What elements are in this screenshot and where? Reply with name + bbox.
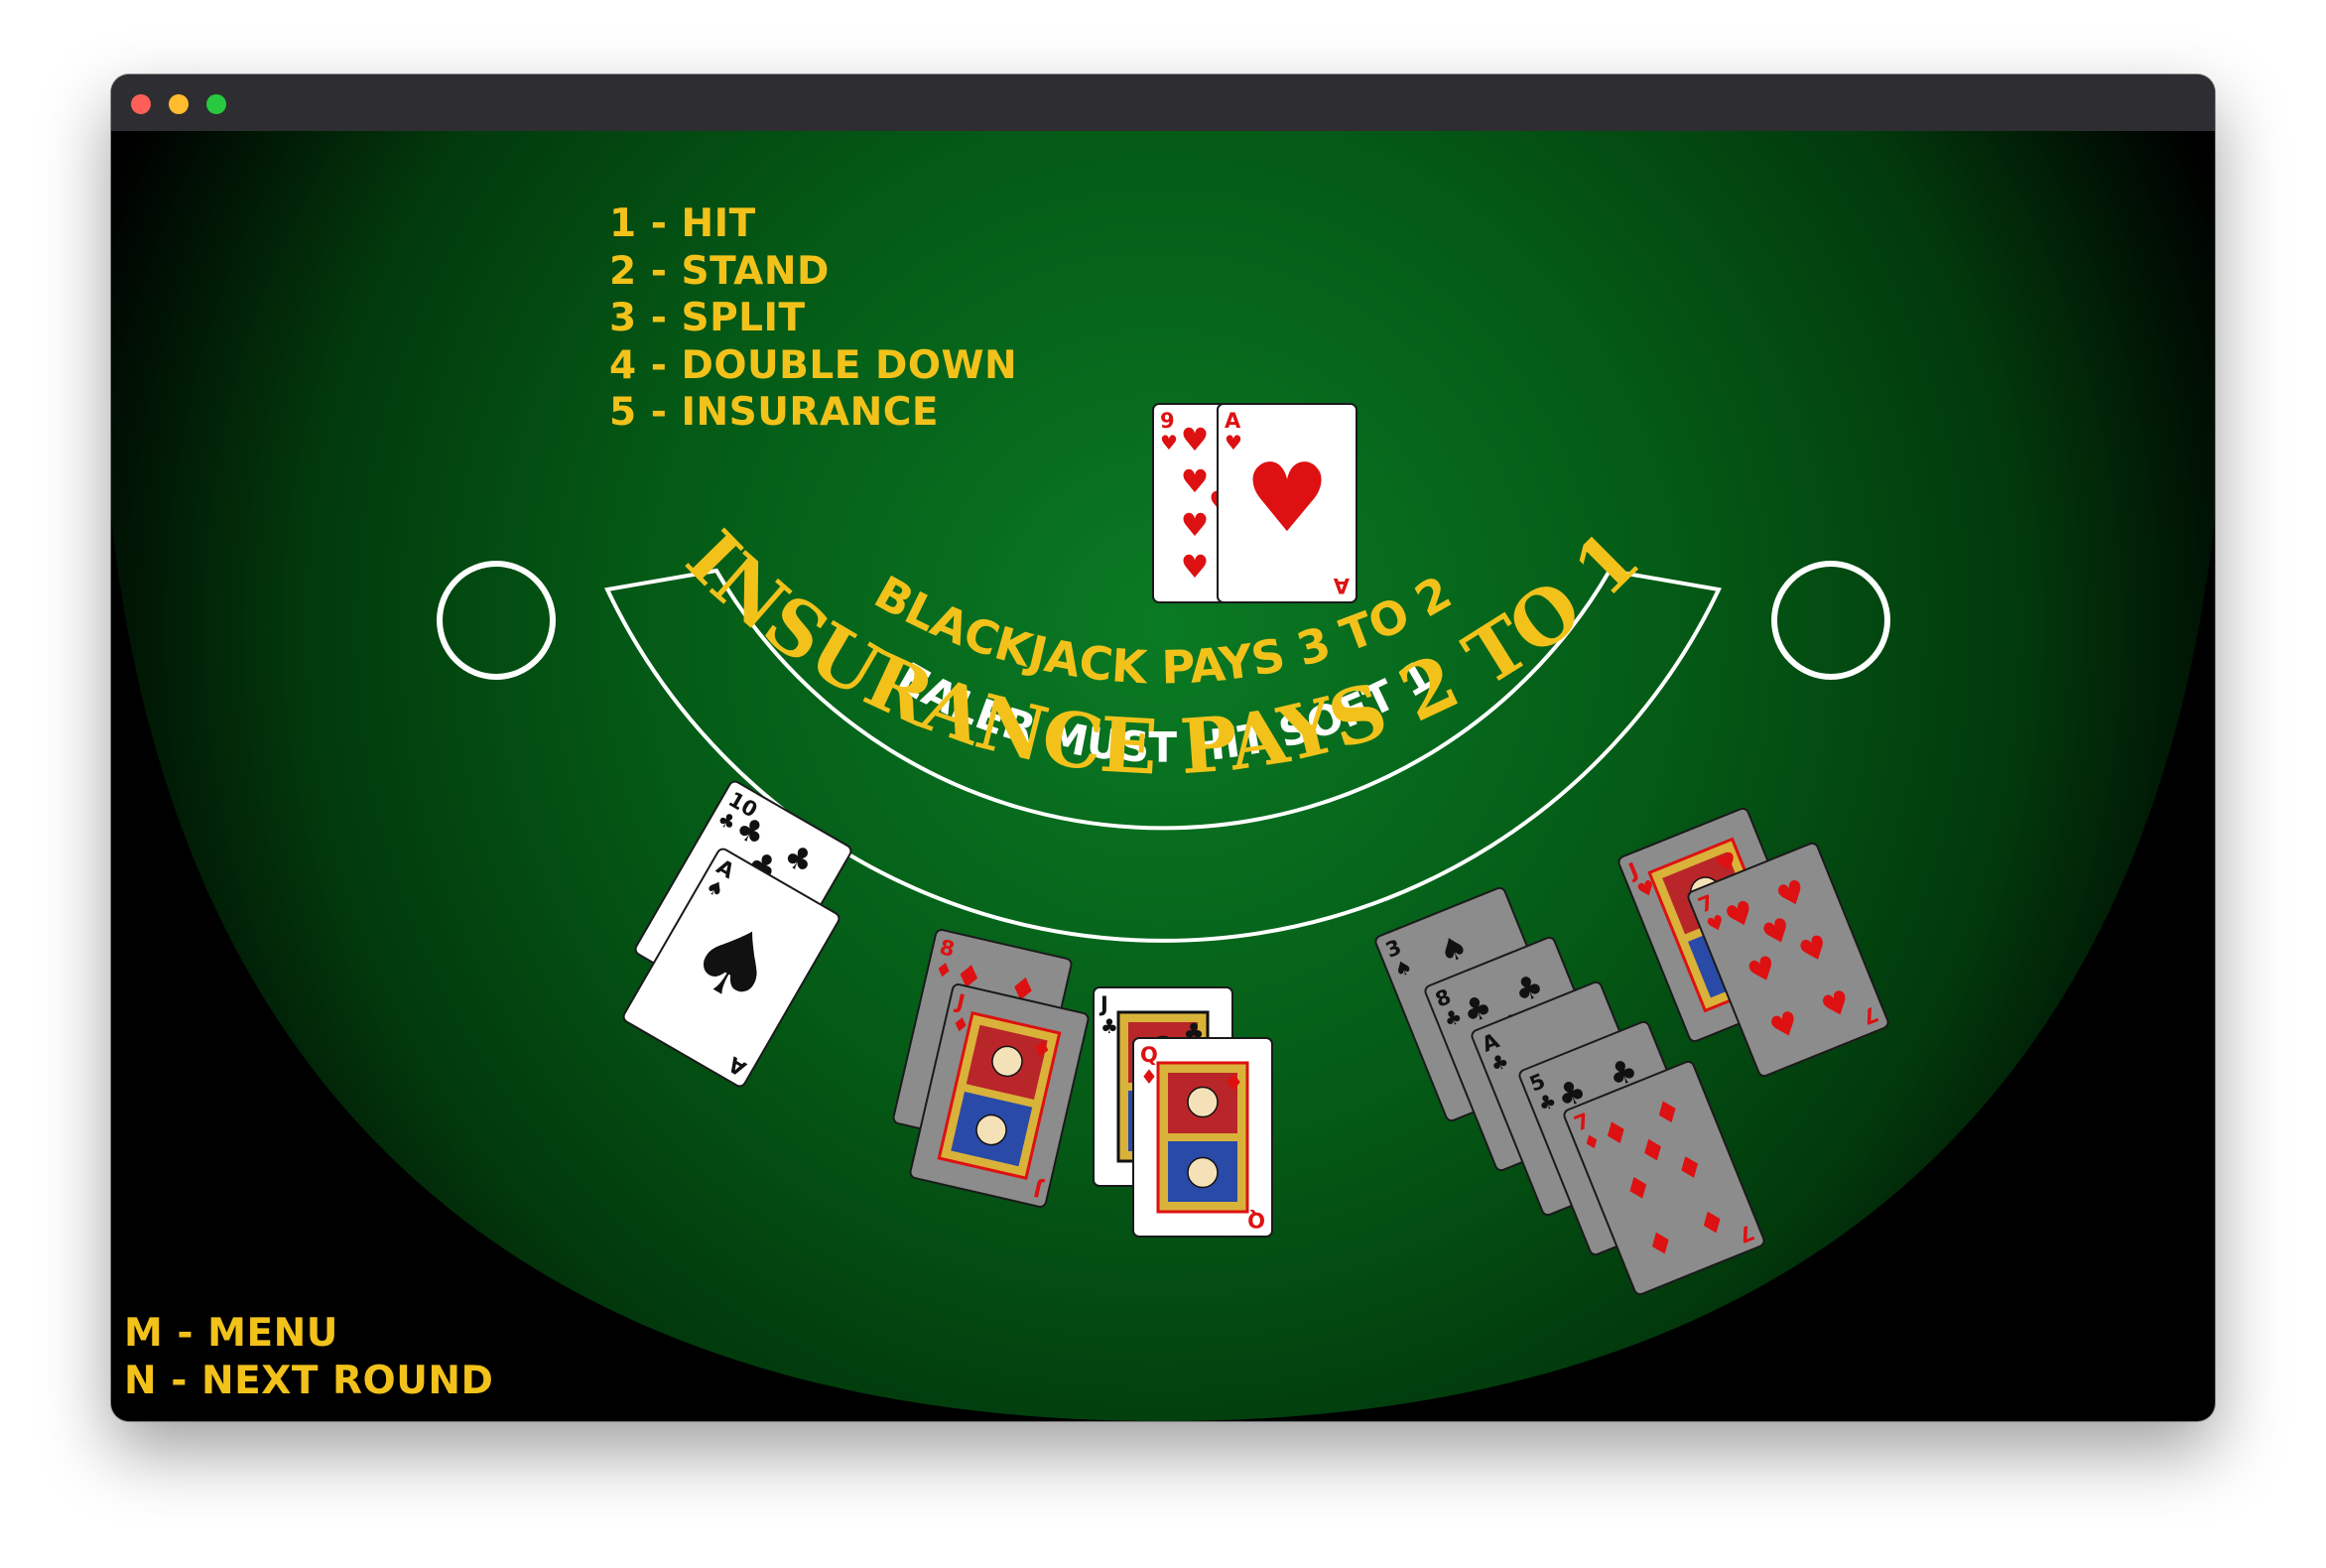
next-round-key[interactable]: N - NEXT ROUND bbox=[124, 1358, 493, 1405]
dealer-card-2-rank-corner: A bbox=[1333, 574, 1350, 597]
dealer-card-1-pip: ♥ bbox=[1181, 506, 1210, 544]
game-window: BLACKJACK PAYS 3 TO 2 DEALER MUST HIT SO… bbox=[111, 74, 2215, 1421]
dealer-card-1-pip: ♥ bbox=[1181, 462, 1210, 500]
action-insurance[interactable]: 5 - INSURANCE bbox=[609, 389, 1017, 437]
menu-key[interactable]: M - MENU bbox=[124, 1310, 493, 1358]
dealer-card-2-rank: A bbox=[1225, 409, 1241, 433]
action-hit[interactable]: 1 - HIT bbox=[609, 200, 1017, 248]
close-window-button[interactable] bbox=[131, 94, 151, 114]
seat-3-card-2-suit-icon: ♦ bbox=[1140, 1065, 1158, 1089]
menu-keys: M - MENU N - NEXT ROUND bbox=[124, 1310, 493, 1404]
action-split[interactable]: 3 - SPLIT bbox=[609, 295, 1017, 342]
dealer-card-1-pip: ♥ bbox=[1181, 548, 1210, 586]
dealer-card-2-center-pip: ♥ bbox=[1244, 443, 1330, 554]
blackjack-table: BLACKJACK PAYS 3 TO 2 DEALER MUST HIT SO… bbox=[111, 131, 2215, 1421]
dealer-card-1-rank: 9 bbox=[1160, 409, 1175, 433]
seat-3-card-2-rank: Q bbox=[1140, 1043, 1158, 1067]
title-bar bbox=[111, 74, 2215, 132]
dealer-card-1-pip: ♥ bbox=[1181, 421, 1210, 458]
minimize-window-button[interactable] bbox=[169, 94, 189, 114]
dealer-card-1-suit-icon: ♥ bbox=[1160, 431, 1178, 455]
action-stand[interactable]: 2 - STAND bbox=[609, 248, 1017, 296]
seat-3-card-2-court-face-bottom bbox=[1187, 1156, 1219, 1189]
dealer-card-2: A♥A♥ bbox=[1217, 403, 1357, 603]
maximize-window-button[interactable] bbox=[206, 94, 226, 114]
seat-3-card-1-rank: J bbox=[1098, 992, 1108, 1016]
seat-3-card-2-rank-corner: Q bbox=[1247, 1208, 1265, 1232]
action-keys: 1 - HIT 2 - STAND 3 - SPLIT 4 - DOUBLE D… bbox=[609, 200, 1017, 437]
seat-3-card-2: Q♦Q♦ bbox=[1132, 1037, 1273, 1238]
seat-3-card-2-court-face-top bbox=[1187, 1086, 1219, 1118]
action-double-down[interactable]: 4 - DOUBLE DOWN bbox=[609, 342, 1017, 390]
seat-3-card-1-suit-icon: ♣ bbox=[1100, 1014, 1118, 1038]
seat-3-card-2-court-suit-icon: ♦ bbox=[1223, 1069, 1244, 1097]
dealer-card-2-suit-icon: ♥ bbox=[1225, 431, 1242, 455]
